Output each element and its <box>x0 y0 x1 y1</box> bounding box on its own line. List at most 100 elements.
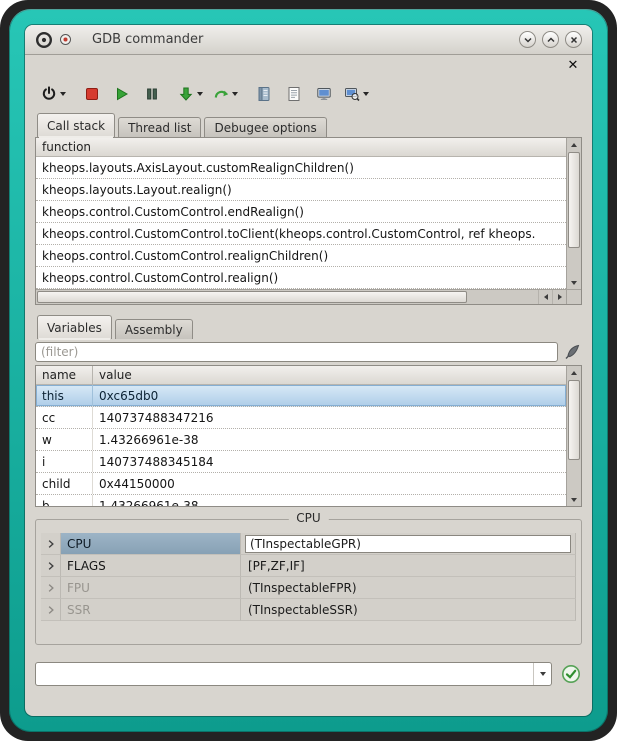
chevron-down-icon <box>523 35 533 45</box>
table-row[interactable]: i 140737488345184 <box>36 451 566 473</box>
callstack-vertical-scrollbar[interactable] <box>566 138 581 289</box>
scroll-right-button[interactable] <box>552 290 566 304</box>
table-row[interactable]: child 0x44150000 <box>36 473 566 495</box>
var-value-cell: 140737488345184 <box>93 455 220 469</box>
filter-input[interactable] <box>35 342 558 362</box>
tab-debugee-options[interactable]: Debugee options <box>204 117 326 137</box>
callstack-row[interactable]: kheops.control.CustomControl.realignChil… <box>36 245 566 267</box>
toolbar-group-session <box>41 82 66 106</box>
dropdown-caret-icon[interactable] <box>60 92 66 96</box>
command-combobox[interactable] <box>35 662 552 686</box>
callstack-row[interactable]: kheops.layouts.AxisLayout.customRealignC… <box>36 157 566 179</box>
cpu-row[interactable]: FPU (TInspectableFPR) <box>41 577 576 599</box>
callstack-row[interactable]: kheops.control.CustomControl.realign() <box>36 267 566 289</box>
stop-icon <box>84 86 100 102</box>
power-button[interactable] <box>41 82 66 106</box>
scrollbar-track[interactable] <box>468 290 538 304</box>
table-row[interactable]: cc 140737488347216 <box>36 407 566 429</box>
monitor-icon <box>316 86 332 102</box>
step-over-button[interactable] <box>213 82 238 106</box>
scrollbar-thumb[interactable] <box>568 380 580 460</box>
tab-variables[interactable]: Variables <box>37 315 112 339</box>
variables-filter-bar <box>35 339 582 365</box>
cpu-row[interactable]: FLAGS [PF,ZF,IF] <box>41 555 576 577</box>
table-row[interactable]: b 1.43266961e-38 <box>36 495 566 506</box>
scroll-down-button[interactable] <box>567 276 581 289</box>
callstack-horizontal-scrollbar[interactable] <box>36 289 566 304</box>
expander-chevron-icon[interactable] <box>41 577 61 599</box>
arrow-up-icon <box>571 143 577 147</box>
dropdown-caret-icon[interactable] <box>197 92 203 96</box>
check-circle-icon <box>561 664 581 684</box>
arrow-right-icon <box>558 294 562 300</box>
command-input[interactable] <box>36 663 533 685</box>
expander-chevron-icon[interactable] <box>41 599 61 621</box>
cpu-groupbox: CPU CPU (TInspectableGPR) <box>35 519 582 645</box>
scroll-up-button[interactable] <box>567 366 581 379</box>
callstack-column-header[interactable]: function <box>36 138 566 157</box>
step-into-icon <box>178 86 194 102</box>
scrollbar-track[interactable] <box>567 249 581 276</box>
dropdown-caret-icon[interactable] <box>232 92 238 96</box>
var-name-cell: child <box>36 473 93 494</box>
command-row <box>35 661 582 687</box>
scroll-down-button[interactable] <box>567 493 581 506</box>
arrow-up-icon <box>571 371 577 375</box>
callstack-row[interactable]: kheops.control.CustomControl.endRealign(… <box>36 201 566 223</box>
report-button[interactable] <box>284 82 304 106</box>
scrollbar-track[interactable] <box>567 461 581 493</box>
close-button[interactable] <box>565 31 582 48</box>
scroll-left-button[interactable] <box>538 290 552 304</box>
cpu-name-cell[interactable]: CPU <box>61 533 241 555</box>
titlebar[interactable]: GDB commander <box>25 25 592 55</box>
cpu-name-cell[interactable]: FPU <box>61 577 241 599</box>
cpu-row[interactable]: CPU (TInspectableGPR) <box>41 533 576 555</box>
cpu-value-cell: (TInspectableGPR) <box>241 533 576 555</box>
arrow-left-icon <box>544 294 548 300</box>
step-into-button[interactable] <box>178 82 203 106</box>
pause-button[interactable] <box>142 82 162 106</box>
callstack-row[interactable]: kheops.layouts.Layout.realign() <box>36 179 566 201</box>
var-value-cell: 140737488347216 <box>93 411 220 425</box>
tab-call-stack[interactable]: Call stack <box>37 113 115 137</box>
table-row[interactable]: w 1.43266961e-38 <box>36 429 566 451</box>
combo-dropdown-button[interactable] <box>533 663 551 685</box>
monitor-search-button[interactable] <box>344 82 369 106</box>
run-continue-button[interactable] <box>112 82 132 106</box>
scrollbar-thumb[interactable] <box>37 291 467 303</box>
var-name-cell: b <box>36 495 93 506</box>
column-header-value[interactable]: value <box>93 366 138 384</box>
power-icon <box>41 86 57 102</box>
cpu-name-cell[interactable]: FLAGS <box>61 555 241 577</box>
var-value-cell: 1.43266961e-38 <box>93 499 205 507</box>
cpu-groupbox-title: CPU <box>288 511 328 525</box>
monitor-button[interactable] <box>314 82 334 106</box>
variables-vertical-scrollbar[interactable] <box>566 366 581 506</box>
app-icon[interactable] <box>35 31 53 49</box>
column-header-name[interactable]: name <box>36 366 93 384</box>
tab-thread-list[interactable]: Thread list <box>118 117 201 137</box>
scroll-up-button[interactable] <box>567 138 581 151</box>
table-row[interactable]: this 0xc65db0 <box>36 385 566 407</box>
expander-chevron-icon[interactable] <box>41 533 61 555</box>
close-icon <box>569 35 579 45</box>
client-area: ✕ <box>25 55 592 716</box>
cpu-value-cell: [PF,ZF,IF] <box>241 555 576 577</box>
quill-icon[interactable] <box>562 343 582 361</box>
dock-close-button[interactable]: ✕ <box>564 58 582 73</box>
cpu-row[interactable]: SSR (TInspectableSSR) <box>41 599 576 621</box>
notebook-button[interactable] <box>254 82 274 106</box>
maximize-button[interactable] <box>542 31 559 48</box>
stop-button[interactable] <box>82 82 102 106</box>
callstack-row[interactable]: kheops.control.CustomControl.toClient(kh… <box>36 223 566 245</box>
var-value-cell: 1.43266961e-38 <box>93 433 205 447</box>
scrollbar-thumb[interactable] <box>568 152 580 248</box>
ok-button[interactable] <box>560 664 582 684</box>
dropdown-caret-icon[interactable] <box>363 92 369 96</box>
cpu-value-editor[interactable]: (TInspectableGPR) <box>245 535 571 553</box>
tab-assembly[interactable]: Assembly <box>115 319 193 339</box>
expander-chevron-icon[interactable] <box>41 555 61 577</box>
app-badge-icon <box>59 33 72 46</box>
cpu-name-cell[interactable]: SSR <box>61 599 241 621</box>
shade-button[interactable] <box>519 31 536 48</box>
